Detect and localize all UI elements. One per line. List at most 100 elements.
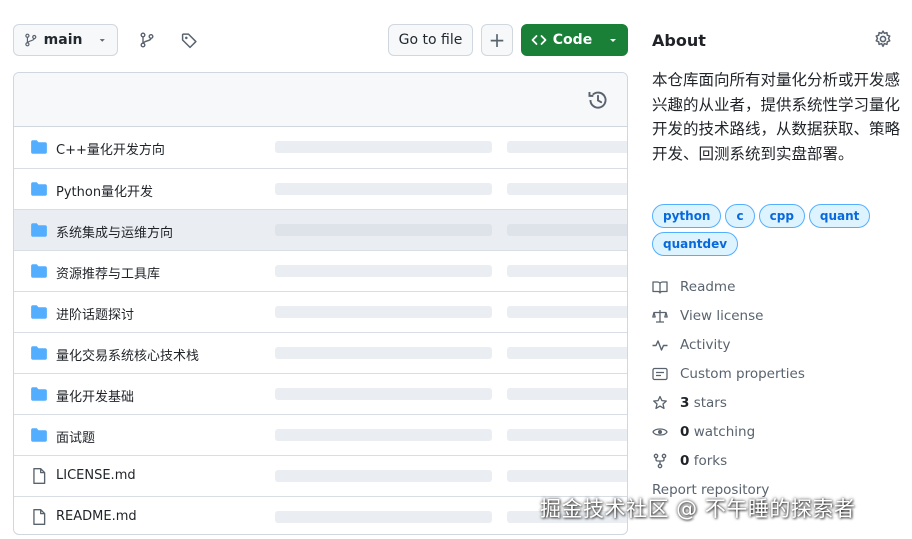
- file-name-link[interactable]: C++量化开发方向: [56, 139, 165, 158]
- folder-icon: [30, 180, 48, 198]
- pulse-icon: [652, 340, 668, 351]
- topic-tag[interactable]: cpp: [758, 204, 805, 228]
- latest-commit-header: [14, 73, 627, 127]
- watching-text: 0 watching: [680, 424, 755, 440]
- license-link[interactable]: View license: [652, 305, 763, 327]
- commit-date-placeholder: [507, 347, 627, 359]
- file-row[interactable]: 资源推荐与工具库: [14, 250, 627, 291]
- file-name-link[interactable]: 量化开发基础: [56, 386, 134, 405]
- commit-date-placeholder: [507, 265, 627, 277]
- file-name-link[interactable]: 量化交易系统核心技术栈: [56, 345, 199, 364]
- stars-link[interactable]: 3 stars: [652, 392, 727, 414]
- commit-message-placeholder: [275, 429, 492, 441]
- activity-label: Activity: [680, 337, 731, 353]
- note-icon: [652, 367, 668, 381]
- topic-tag[interactable]: quantdev: [652, 232, 739, 256]
- forks-label: forks: [693, 453, 728, 469]
- stars-count: 3: [680, 395, 690, 411]
- commit-message-placeholder: [275, 224, 492, 236]
- forks-text: 0 forks: [680, 453, 727, 469]
- file-row[interactable]: C++量化开发方向: [14, 127, 627, 168]
- file-name-link[interactable]: 资源推荐与工具库: [56, 263, 160, 282]
- topics-list: python c cpp quant quantdev: [652, 204, 902, 256]
- folder-icon: [30, 221, 48, 239]
- topic-tag[interactable]: quant: [808, 204, 871, 228]
- branch-label: main: [43, 32, 83, 48]
- commit-date-placeholder: [507, 429, 627, 441]
- add-file-button[interactable]: +: [481, 24, 513, 56]
- file-name-link[interactable]: LICENSE.md: [56, 468, 136, 483]
- file-name-link[interactable]: Python量化开发: [56, 181, 153, 200]
- file-row[interactable]: 量化开发基础: [14, 373, 627, 414]
- gear-icon[interactable]: [874, 30, 892, 48]
- license-label: View license: [680, 308, 764, 324]
- file-row[interactable]: 进阶话题探讨: [14, 291, 627, 332]
- star-icon: [653, 395, 667, 410]
- watching-count: 0: [680, 424, 690, 440]
- code-label: Code: [552, 32, 593, 48]
- file-name-link[interactable]: README.md: [56, 509, 137, 524]
- file-icon: [30, 467, 48, 485]
- stars-label: stars: [693, 395, 727, 411]
- topic-tag[interactable]: c: [725, 204, 755, 228]
- file-row[interactable]: LICENSE.md: [14, 455, 627, 496]
- commit-date-placeholder: [507, 306, 627, 318]
- code-button[interactable]: Code: [521, 24, 628, 56]
- stars-text: 3 stars: [680, 395, 727, 411]
- file-row[interactable]: 面试题: [14, 414, 627, 455]
- about-title: About: [652, 31, 706, 50]
- commit-message-placeholder: [275, 470, 492, 482]
- folder-icon: [30, 138, 48, 156]
- file-name-link[interactable]: 进阶话题探讨: [56, 304, 134, 323]
- custom-properties-link[interactable]: Custom properties: [652, 363, 805, 385]
- repo-page: main Go to file + Code C++量化开发方向 Python量…: [0, 0, 912, 539]
- watching-link[interactable]: 0 watching: [652, 421, 755, 443]
- commit-date-placeholder: [507, 141, 627, 153]
- branch-select-button[interactable]: main: [13, 24, 118, 56]
- file-row[interactable]: 系统集成与运维方向: [14, 209, 627, 250]
- book-icon: [652, 281, 668, 294]
- commit-message-placeholder: [275, 141, 492, 153]
- commit-date-placeholder: [507, 388, 627, 400]
- forks-count: 0: [680, 453, 690, 469]
- watermark: 掘金技术社区 @ 不午睡的探索者: [540, 497, 856, 521]
- law-icon: [652, 310, 668, 323]
- commit-date-placeholder: [507, 470, 627, 482]
- commit-date-placeholder: [507, 183, 627, 195]
- folder-icon: [30, 303, 48, 321]
- watching-label: watching: [693, 424, 756, 440]
- commit-message-placeholder: [275, 511, 492, 523]
- file-name-link[interactable]: 系统集成与运维方向: [56, 222, 173, 241]
- folder-icon: [30, 344, 48, 362]
- commit-message-placeholder: [275, 388, 492, 400]
- branch-icon: [25, 33, 37, 47]
- commit-message-placeholder: [275, 265, 492, 277]
- file-rows: C++量化开发方向 Python量化开发系统集成与运维方向 资源推荐与工具库 进阶话题…: [14, 127, 627, 534]
- history-icon[interactable]: [587, 89, 609, 111]
- branches-icon[interactable]: [135, 28, 159, 52]
- code-icon: [531, 35, 547, 45]
- eye-icon: [652, 428, 668, 436]
- chevron-down-icon: [100, 39, 106, 42]
- topic-tag[interactable]: python: [652, 204, 722, 228]
- fork-icon: [653, 453, 667, 469]
- commit-message-placeholder: [275, 347, 492, 359]
- file-icon: [30, 508, 48, 526]
- folder-icon: [30, 262, 48, 280]
- activity-link[interactable]: Activity: [652, 334, 731, 356]
- file-row[interactable]: 量化交易系统核心技术栈: [14, 332, 627, 373]
- about-description: 本仓库面向所有对量化分析或开发感兴趣的从业者，提供系统性学习量化开发的技术路线，…: [652, 71, 901, 163]
- file-name-link[interactable]: 面试题: [56, 427, 95, 446]
- custom-properties-label: Custom properties: [680, 366, 805, 382]
- chevron-down-icon: [610, 39, 617, 42]
- readme-link[interactable]: Readme: [652, 276, 735, 298]
- tag-icon[interactable]: [177, 28, 201, 52]
- go-to-file-button[interactable]: Go to file: [388, 24, 473, 56]
- file-row[interactable]: Python量化开发: [14, 168, 627, 209]
- folder-icon: [30, 385, 48, 403]
- file-row[interactable]: README.md: [14, 496, 627, 534]
- commit-message-placeholder: [275, 306, 492, 318]
- readme-label: Readme: [680, 279, 736, 295]
- forks-link[interactable]: 0 forks: [652, 450, 727, 472]
- file-list: C++量化开发方向 Python量化开发系统集成与运维方向 资源推荐与工具库 进阶话题…: [13, 72, 628, 535]
